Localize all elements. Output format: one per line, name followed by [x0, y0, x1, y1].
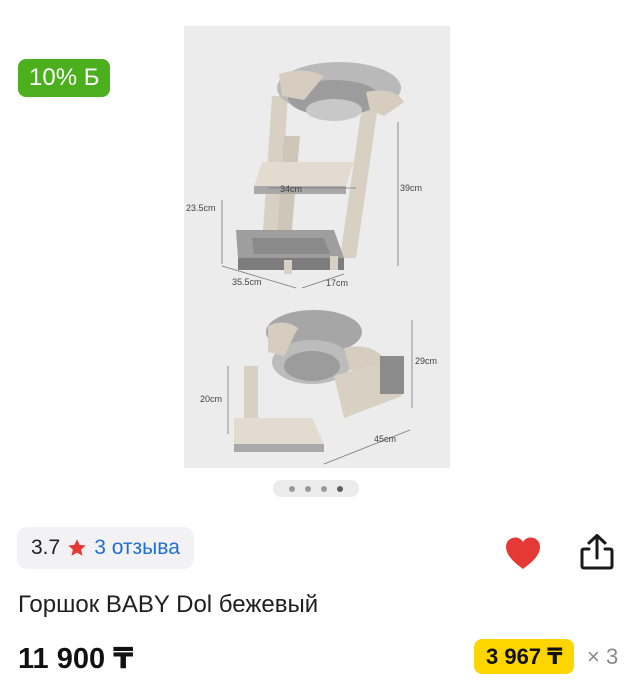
pagination-dot[interactable]	[289, 485, 295, 492]
heart-icon[interactable]	[504, 536, 542, 570]
installment-multiplier: × 3	[587, 644, 619, 669]
product-image-gallery[interactable]: 23.5cm 34cm 39cm 35.5cm 17cm 29cm 20cm 4…	[184, 26, 450, 468]
product-image: 23.5cm 34cm 39cm 35.5cm 17cm 29cm 20cm 4…	[186, 62, 437, 465]
dimension-label: 39cm	[400, 183, 422, 193]
reviews-count: 3 отзыва	[94, 536, 180, 559]
dimension-label: 29cm	[415, 356, 437, 366]
star-icon	[68, 539, 86, 556]
rating-value: 3.7	[31, 536, 61, 559]
installment-badge[interactable]: 3 967 ₸	[474, 639, 575, 674]
product-title: Горшок BABY Dol бежевый	[18, 591, 319, 618]
dimension-label: 45cm	[374, 434, 396, 444]
pagination-dot-active[interactable]	[337, 485, 343, 492]
pagination-dot[interactable]	[305, 485, 311, 492]
dimension-label: 35.5cm	[232, 277, 262, 287]
dimension-label: 20cm	[200, 394, 222, 404]
dimension-label: 34cm	[280, 184, 302, 194]
pagination-dot[interactable]	[321, 485, 327, 492]
dimension-label: 17cm	[326, 278, 348, 288]
rating-reviews-link[interactable]: 3.7 3 отзыва	[17, 527, 194, 569]
share-icon[interactable]	[579, 533, 615, 571]
dimension-label: 23.5cm	[186, 203, 216, 213]
potty-ladder-illustration-top	[221, 62, 404, 289]
discount-badge: 10% Б	[18, 59, 111, 97]
gallery-pagination[interactable]	[273, 480, 359, 497]
product-price: 11 900 ₸	[18, 643, 134, 675]
